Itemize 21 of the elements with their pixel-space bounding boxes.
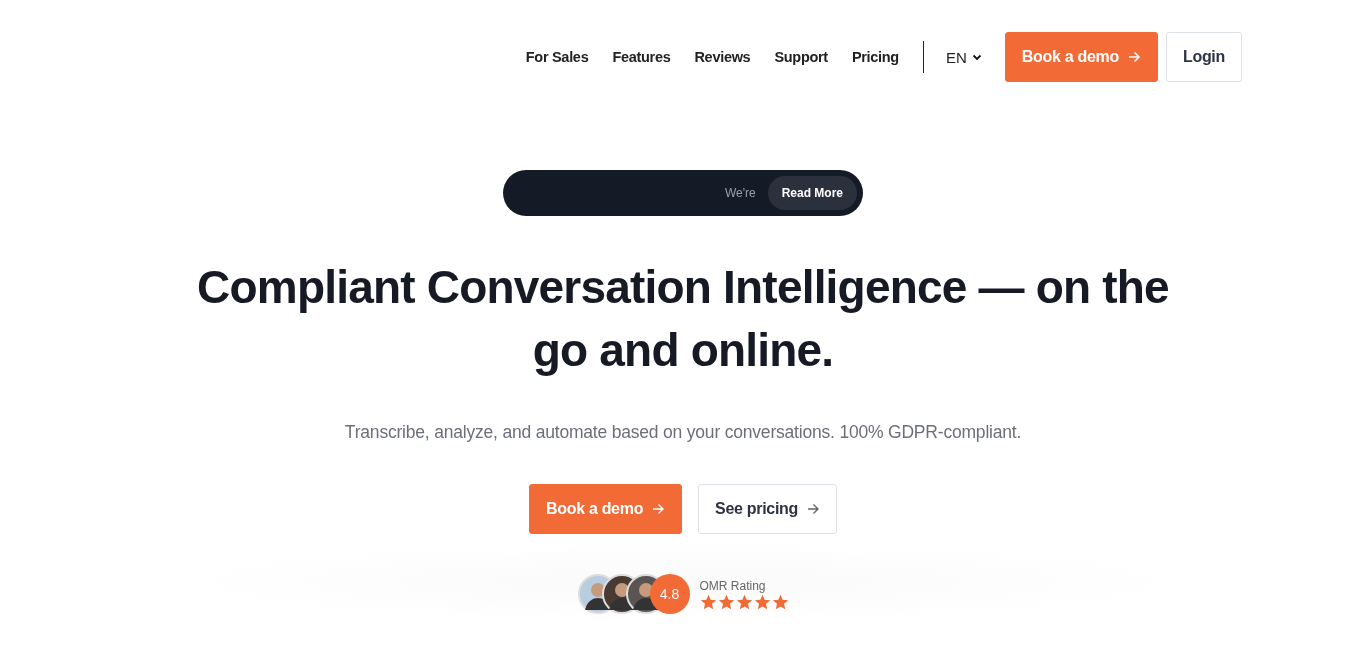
hero-title: Compliant Conversation Intelligence — on the go and online. <box>196 260 1170 378</box>
nav-link[interactable]: For Sales <box>525 49 589 65</box>
see-pricing-button[interactable]: See pricing <box>698 484 838 534</box>
arrow-right-icon <box>651 502 666 516</box>
nav-link[interactable]: Features <box>612 49 671 65</box>
login-button[interactable]: Login <box>1165 32 1242 82</box>
nav-link[interactable]: Pricing <box>851 49 899 65</box>
star-icon <box>699 593 717 610</box>
arrow-right-icon <box>806 502 821 516</box>
nav-link[interactable]: Support <box>774 49 828 65</box>
star-icon <box>735 593 753 610</box>
star-icon <box>717 593 735 610</box>
nav-link[interactable]: Reviews <box>694 49 751 65</box>
read-more-button[interactable]: Read More <box>767 176 857 210</box>
star-icon <box>771 593 789 610</box>
banner-text: We're <box>724 186 756 200</box>
arrow-right-icon <box>1126 50 1141 64</box>
star-icon <box>753 593 771 610</box>
rating-label: OMR Rating <box>699 578 766 593</box>
hero-subtitle: Transcribe, analyze, and automate based on your conversations. 100% GDPR-compliant. <box>344 422 1022 443</box>
language-selector[interactable]: EN <box>945 48 983 66</box>
